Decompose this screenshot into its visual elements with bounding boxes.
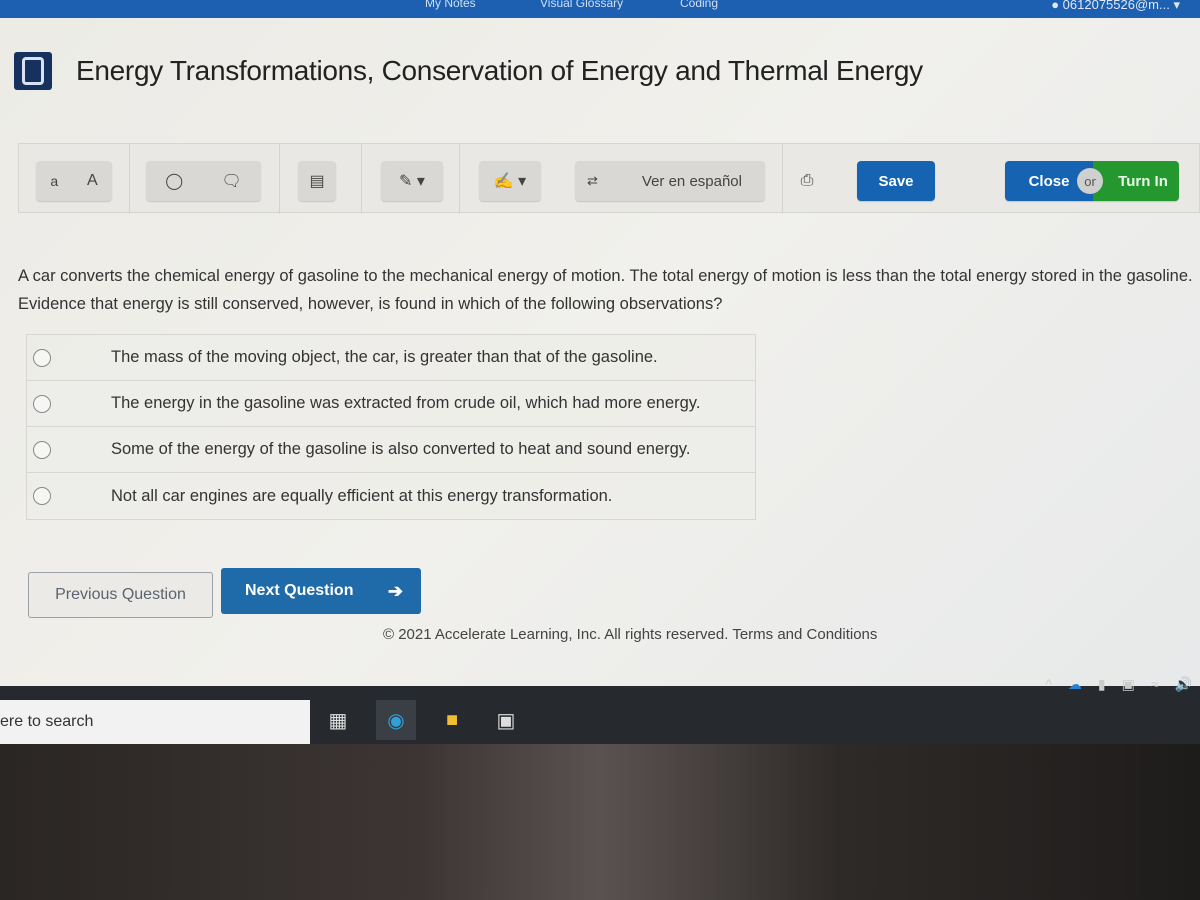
divider: [129, 144, 130, 214]
user-icon: ●: [1051, 0, 1063, 12]
view-tools-group: ◯ 🗨: [146, 161, 261, 201]
edit-icon: ✍ ▾: [493, 173, 527, 190]
nav-visual-glossary[interactable]: Visual Glossary: [540, 0, 623, 10]
system-tray: ^ ☁ ▮ ▣ ≈ 🔊: [1045, 676, 1192, 693]
highlighter-button[interactable]: ✎ ▾: [381, 161, 443, 201]
answer-choice[interactable]: Not all car engines are equally efficien…: [27, 473, 755, 519]
choice-text: Not all car engines are equally efficien…: [111, 486, 613, 505]
choice-text: The energy in the gasoline was extracted…: [111, 394, 701, 412]
question-text: A car converts the chemical energy of ga…: [18, 267, 1193, 313]
translate-icon: ⇄: [587, 173, 598, 188]
next-question-button[interactable]: Next Question ➔: [221, 568, 421, 614]
divider: [782, 144, 783, 214]
nav-coding[interactable]: Coding: [680, 0, 718, 10]
divider: [279, 144, 280, 214]
edge-icon[interactable]: ◉: [376, 700, 416, 740]
background-surface: [0, 744, 1200, 900]
radio-button[interactable]: [33, 487, 51, 505]
arrow-right-icon: ➔: [387, 580, 403, 601]
increase-font-button[interactable]: A: [87, 172, 98, 190]
spanish-label: Ver en español: [641, 172, 742, 190]
wifi-icon[interactable]: ≈: [1151, 676, 1159, 693]
radio-button[interactable]: [33, 394, 51, 413]
decrease-font-button[interactable]: a: [50, 173, 58, 189]
printer-icon: ⎙: [800, 172, 814, 189]
answer-choice[interactable]: The mass of the moving object, the car, …: [27, 335, 755, 381]
onedrive-icon[interactable]: ☁: [1068, 676, 1082, 693]
user-menu[interactable]: ● 0612075526@m... ▾: [1051, 0, 1180, 13]
annotate-button[interactable]: ✍ ▾: [479, 161, 541, 201]
divider: [361, 144, 362, 214]
taskbar-search[interactable]: ere to search: [0, 700, 310, 744]
chevron-up-icon[interactable]: ^: [1045, 676, 1052, 693]
choice-text: The mass of the moving object, the car, …: [111, 348, 658, 366]
toolbar: a A ◯ 🗨 ▤ ✎ ▾ ✍ ▾ ⇄ Ver en español ⎙ Sav…: [18, 143, 1200, 214]
copyright-text: © 2021 Accelerate Learning, Inc. All rig…: [383, 626, 729, 643]
save-button[interactable]: Save: [857, 161, 935, 201]
notebook-icon: ▤: [309, 173, 325, 190]
spanish-button[interactable]: ⇄ Ver en español: [575, 161, 765, 201]
top-navigation: My Notes Visual Glossary Coding ● 061207…: [0, 0, 1200, 18]
radio-button[interactable]: [33, 348, 51, 367]
answer-choice[interactable]: The energy in the gasoline was extracted…: [27, 381, 755, 427]
volume-icon[interactable]: 🔊: [1175, 676, 1192, 693]
or-badge: or: [1077, 168, 1103, 194]
divider: [459, 144, 460, 214]
next-question-label: Next Question: [245, 582, 354, 599]
footer: © 2021 Accelerate Learning, Inc. All rig…: [383, 626, 877, 643]
turn-in-button[interactable]: Turn In: [1093, 161, 1179, 201]
tablet-icon: [14, 52, 52, 90]
answer-choices: The mass of the moving object, the car, …: [26, 334, 756, 520]
radio-button[interactable]: [33, 440, 51, 459]
terms-link[interactable]: Terms and Conditions: [732, 626, 877, 643]
previous-question-button[interactable]: Previous Question: [28, 572, 213, 618]
page-title: Energy Transformations, Conservation of …: [76, 55, 923, 86]
user-email: 0612075526@m...: [1062, 0, 1170, 12]
store-icon[interactable]: ▣: [486, 700, 526, 740]
choice-text: Some of the energy of the gasoline is al…: [111, 440, 691, 458]
page-header: Energy Transformations, Conservation of …: [14, 52, 923, 90]
toggle-view-icon[interactable]: ◯: [165, 171, 183, 191]
brush-icon: ✎ ▾: [399, 173, 425, 190]
battery-icon[interactable]: ▣: [1122, 676, 1135, 693]
task-view-icon[interactable]: ▦: [318, 700, 358, 740]
notebook-button[interactable]: ▤: [298, 161, 336, 201]
microphone-icon[interactable]: ▮: [1098, 676, 1106, 693]
chevron-down-icon: ▾: [1173, 0, 1180, 12]
print-button[interactable]: ⎙: [789, 161, 825, 201]
answer-choice[interactable]: Some of the energy of the gasoline is al…: [27, 427, 755, 473]
comment-icon[interactable]: 🗨: [221, 171, 241, 191]
nav-my-notes[interactable]: My Notes: [425, 0, 476, 10]
file-explorer-icon[interactable]: ■: [432, 700, 472, 740]
font-size-group: a A: [36, 161, 112, 201]
